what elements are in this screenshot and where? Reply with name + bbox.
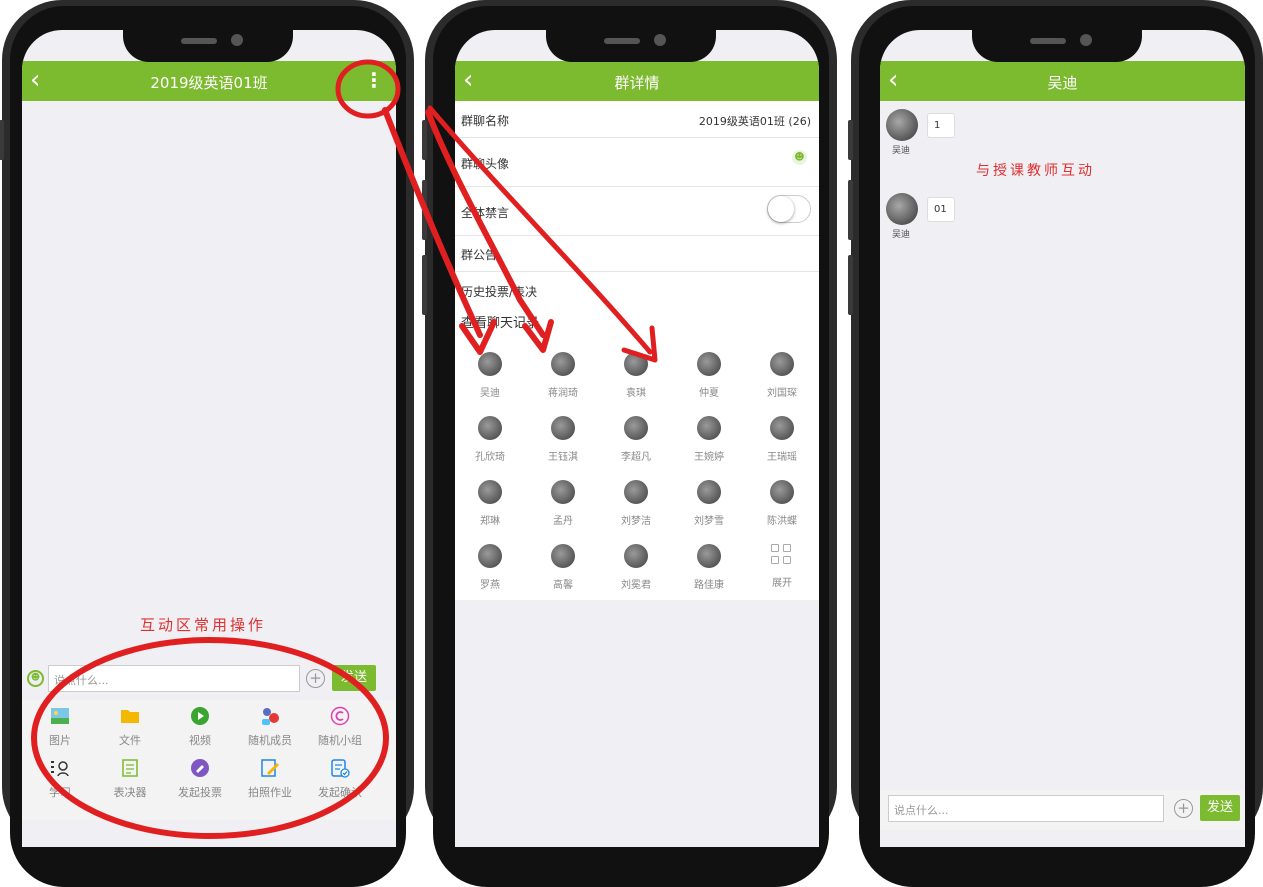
annotation-arrow-members [425,109,546,338]
speaker [1030,38,1066,44]
phone-notch [123,16,293,62]
phone-notch [546,16,716,62]
speaker [181,38,217,44]
annotation-arrow-head [621,325,658,363]
speaker [604,38,640,44]
annotation-circle-more [335,59,401,119]
phone-notch [972,16,1142,62]
annotation-circle-tools [31,637,389,839]
annotation-arrow-detail [427,105,653,355]
camera [1080,34,1092,46]
camera [231,34,243,46]
annotation-overlay [31,59,658,839]
annotation-arrow-members-2 [382,107,483,338]
camera [654,34,666,46]
